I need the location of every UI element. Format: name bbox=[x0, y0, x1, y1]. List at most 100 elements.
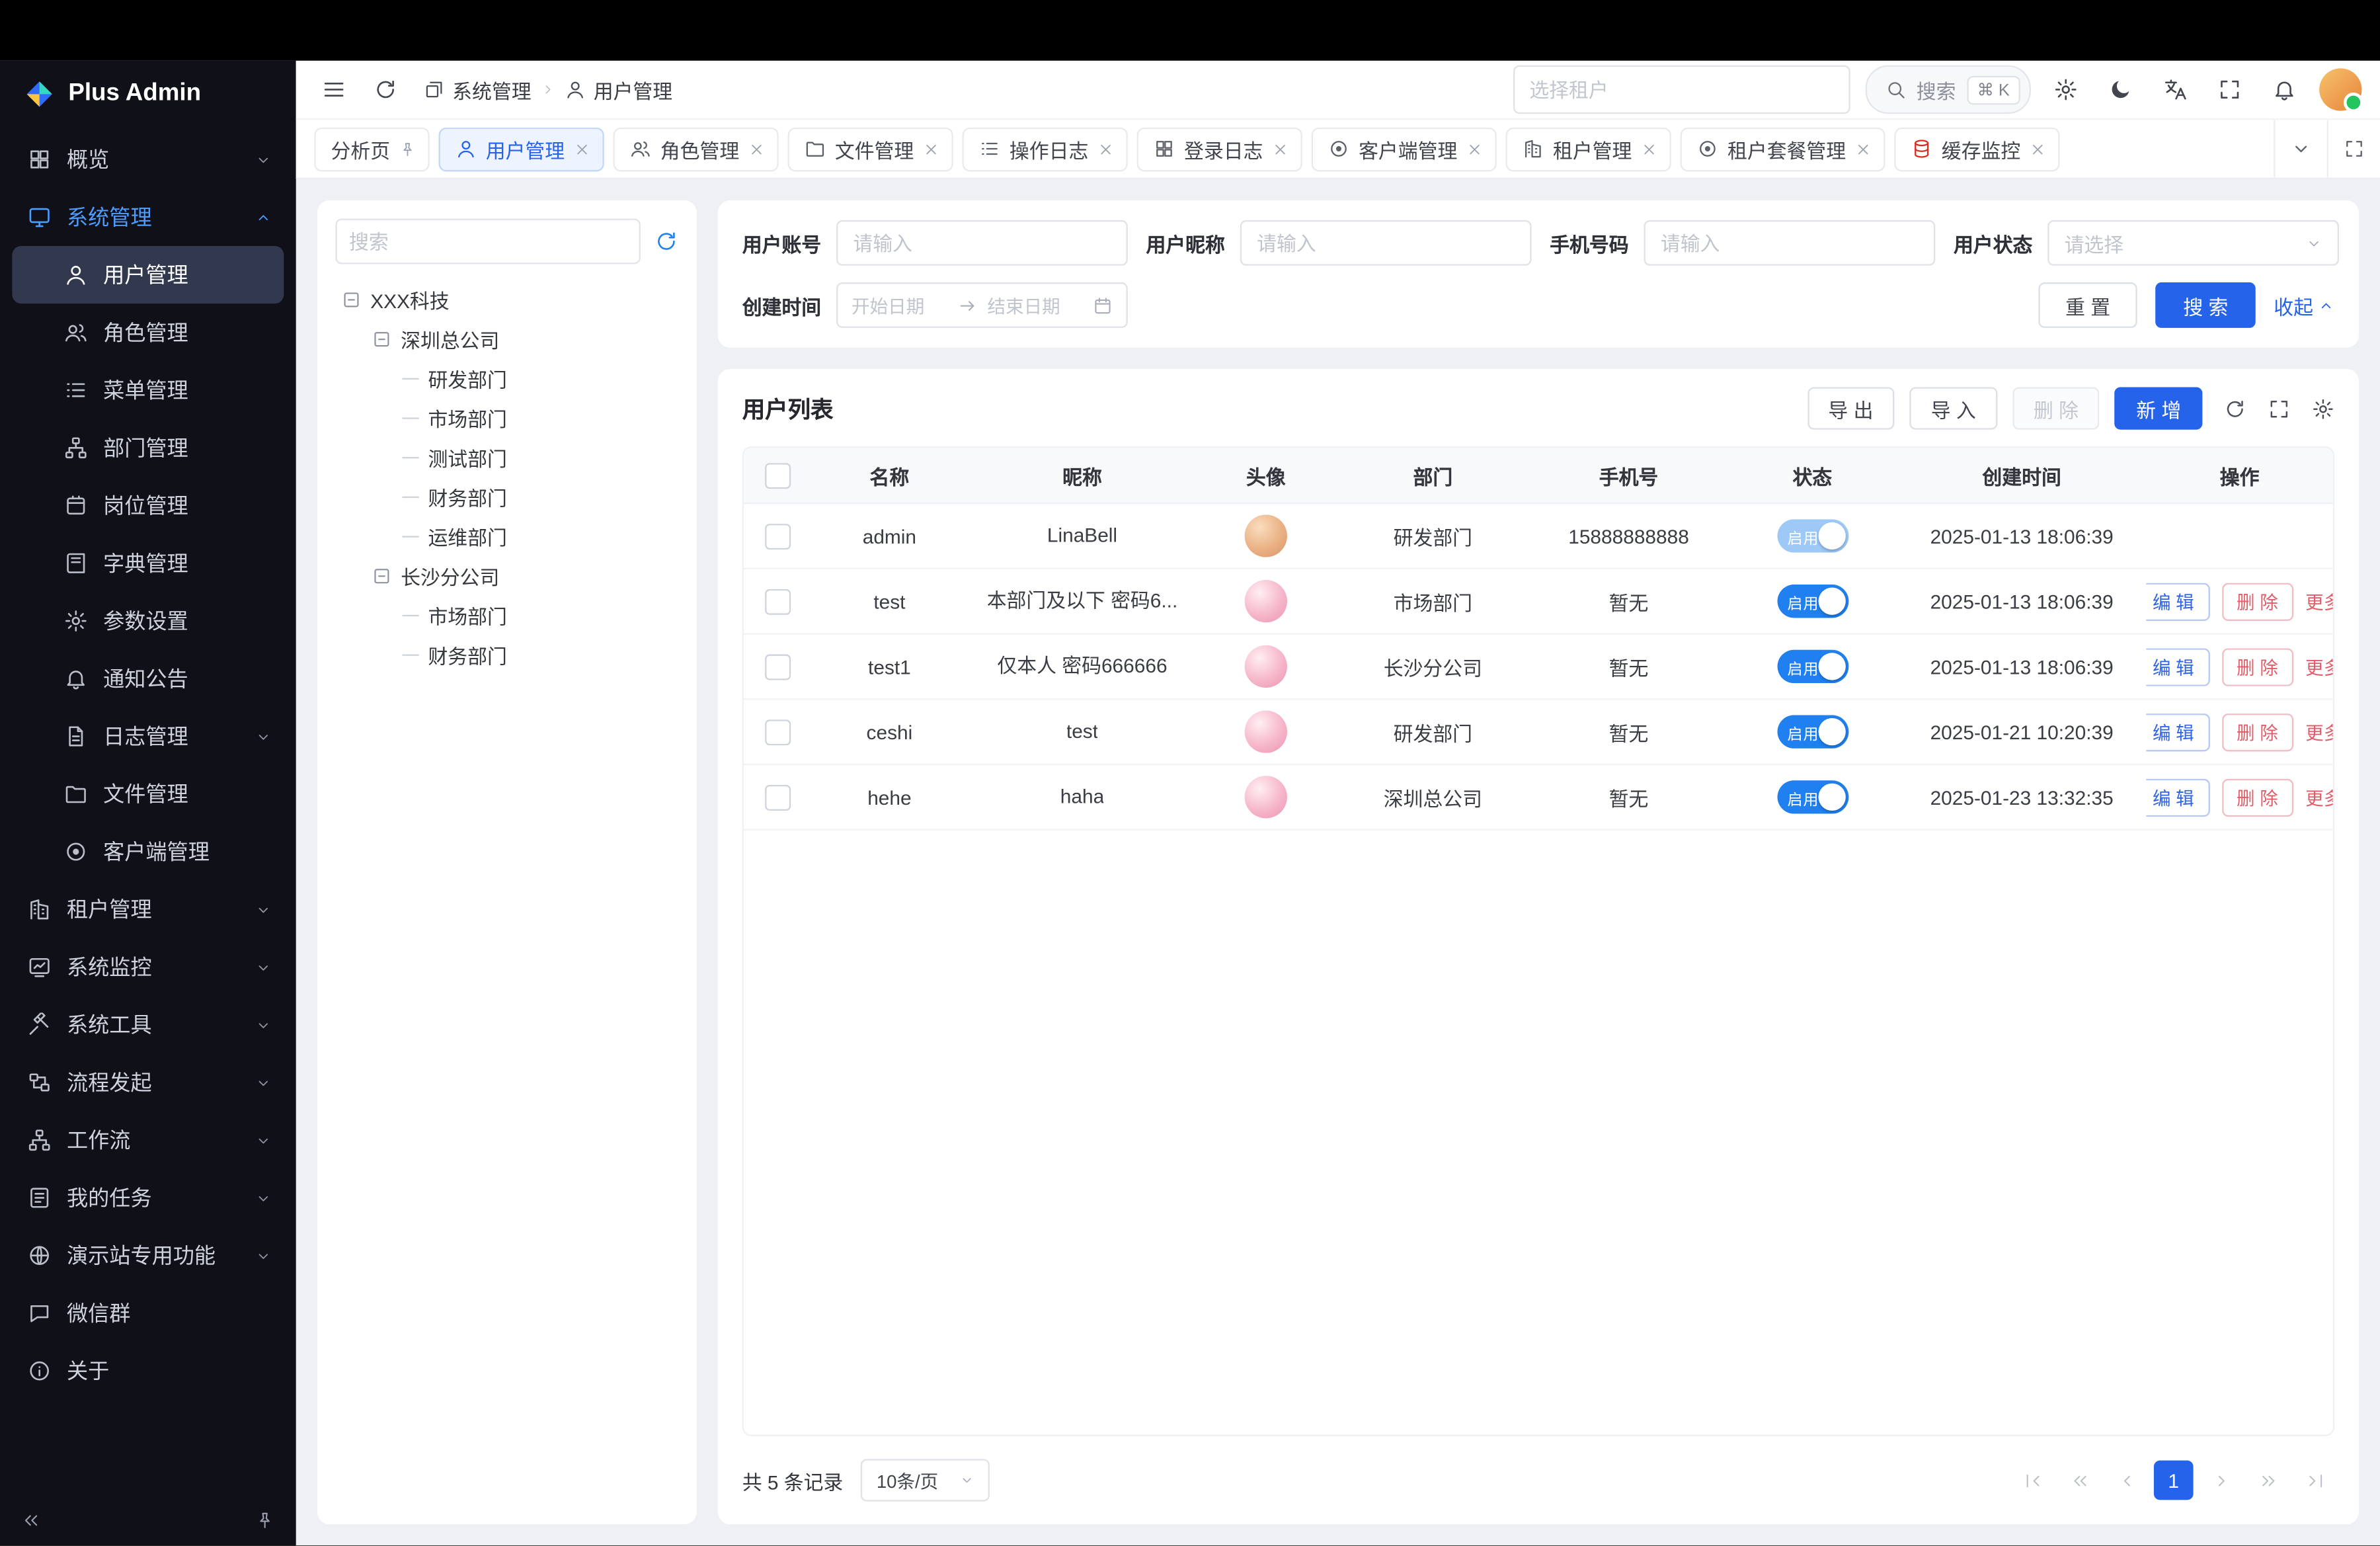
edit-button[interactable]: 编 辑 bbox=[2146, 647, 2209, 685]
status-toggle[interactable]: 启用 bbox=[1776, 585, 1848, 618]
sidebar-item[interactable]: 岗位管理 bbox=[12, 477, 284, 534]
select-all-checkbox[interactable] bbox=[764, 462, 790, 488]
sidebar-item[interactable]: 日志管理 bbox=[12, 708, 284, 765]
sidebar-item[interactable]: 菜单管理 bbox=[12, 361, 284, 419]
sidebar-item[interactable]: 我的任务 bbox=[12, 1169, 284, 1227]
tab-close-icon[interactable] bbox=[1855, 140, 1872, 157]
sidebar-item[interactable]: 关于 bbox=[12, 1342, 284, 1400]
collapse-filters-link[interactable]: 收起 bbox=[2274, 291, 2334, 320]
status-toggle[interactable]: 启用 bbox=[1776, 715, 1848, 749]
search-button[interactable]: 搜 索 bbox=[2156, 282, 2256, 328]
column-settings-icon[interactable] bbox=[2312, 397, 2334, 419]
dark-mode-moon-icon[interactable] bbox=[2101, 70, 2141, 110]
status-toggle[interactable]: 启用 bbox=[1776, 780, 1848, 814]
tree-node[interactable]: 研发部门 bbox=[335, 358, 678, 398]
pin-icon[interactable] bbox=[399, 140, 416, 157]
table-refresh-icon[interactable] bbox=[2224, 397, 2246, 419]
jump-forward-button[interactable] bbox=[2248, 1461, 2287, 1500]
tab-close-icon[interactable] bbox=[1466, 140, 1483, 157]
sidebar-item[interactable]: 字典管理 bbox=[12, 534, 284, 592]
tree-collapse-icon[interactable] bbox=[342, 289, 362, 309]
breadcrumb-item-system[interactable]: 系统管理 bbox=[424, 75, 532, 104]
tree-node[interactable]: 运维部门 bbox=[335, 516, 678, 556]
tab-close-icon[interactable] bbox=[1272, 140, 1289, 157]
tree-node[interactable]: 财务部门 bbox=[335, 635, 678, 674]
sidebar-item[interactable]: 演示站专用功能 bbox=[12, 1227, 284, 1284]
tree-collapse-icon[interactable] bbox=[372, 565, 392, 585]
row-checkbox[interactable] bbox=[764, 784, 790, 810]
row-checkbox[interactable] bbox=[764, 523, 790, 549]
page-size-select[interactable]: 10条/页 bbox=[861, 1459, 990, 1501]
tab[interactable]: 租户管理 bbox=[1506, 127, 1671, 171]
row-checkbox[interactable] bbox=[764, 719, 790, 745]
tab[interactable]: 操作日志 bbox=[963, 127, 1128, 171]
sidebar-item[interactable]: 客户端管理 bbox=[12, 823, 284, 880]
global-search-button[interactable]: 搜索 ⌘ K bbox=[1865, 65, 2031, 114]
tree-node[interactable]: XXX科技 bbox=[335, 279, 678, 319]
edit-button[interactable]: 编 辑 bbox=[2146, 778, 2209, 816]
tab-close-icon[interactable] bbox=[2030, 140, 2046, 157]
hamburger-menu-icon[interactable] bbox=[314, 70, 354, 110]
tab-close-icon[interactable] bbox=[1641, 140, 1657, 157]
account-input[interactable] bbox=[836, 220, 1128, 266]
jump-back-button[interactable] bbox=[2060, 1461, 2100, 1500]
sidebar-item[interactable]: 工作流 bbox=[12, 1112, 284, 1169]
tree-node[interactable]: 财务部门 bbox=[335, 477, 678, 516]
refresh-page-icon[interactable] bbox=[366, 70, 405, 110]
prev-page-button[interactable] bbox=[2107, 1461, 2147, 1500]
sidebar-item[interactable]: 部门管理 bbox=[12, 419, 284, 477]
status-select[interactable]: 请选择 bbox=[2047, 220, 2339, 266]
more-button[interactable]: 更多 bbox=[2305, 653, 2333, 679]
sidebar-item[interactable]: 系统监控 bbox=[12, 938, 284, 996]
sidebar-item[interactable]: 流程发起 bbox=[12, 1053, 284, 1111]
sidebar-item[interactable]: 租户管理 bbox=[12, 881, 284, 938]
more-button[interactable]: 更多 bbox=[2305, 719, 2333, 745]
sidebar-item[interactable]: 系统管理 bbox=[12, 188, 284, 246]
add-button[interactable]: 新 增 bbox=[2115, 387, 2202, 429]
settings-gear-icon[interactable] bbox=[2046, 70, 2086, 110]
tree-search-input[interactable] bbox=[335, 219, 640, 264]
date-range-picker[interactable]: 开始日期 结束日期 bbox=[836, 282, 1128, 328]
fullscreen-icon[interactable] bbox=[2210, 70, 2250, 110]
nickname-input[interactable] bbox=[1240, 220, 1532, 266]
tab[interactable]: 分析页 bbox=[314, 127, 430, 171]
sidebar-pin-icon[interactable] bbox=[255, 1510, 275, 1529]
tab-close-icon[interactable] bbox=[923, 140, 939, 157]
delete-button[interactable]: 删 除 bbox=[2221, 647, 2293, 685]
tab[interactable]: 客户端管理 bbox=[1312, 127, 1497, 171]
batch-delete-button[interactable]: 删 除 bbox=[2012, 387, 2100, 429]
status-toggle[interactable]: 启用 bbox=[1776, 519, 1848, 553]
more-button[interactable]: 更多 bbox=[2305, 784, 2333, 810]
last-page-button[interactable] bbox=[2295, 1461, 2334, 1500]
notification-bell-icon[interactable] bbox=[2265, 70, 2305, 110]
tab-close-icon[interactable] bbox=[574, 140, 590, 157]
import-button[interactable]: 导 入 bbox=[1910, 387, 1997, 429]
tab[interactable]: 登录日志 bbox=[1137, 127, 1302, 171]
tab[interactable]: 文件管理 bbox=[788, 127, 953, 171]
sidebar-item[interactable]: 通知公告 bbox=[12, 650, 284, 708]
tab[interactable]: 租户套餐管理 bbox=[1681, 127, 1885, 171]
sidebar-collapse-icon[interactable] bbox=[21, 1510, 41, 1529]
content-fullscreen-icon[interactable] bbox=[2327, 120, 2380, 177]
export-button[interactable]: 导 出 bbox=[1807, 387, 1894, 429]
breadcrumb-item-user[interactable]: 用户管理 bbox=[565, 75, 672, 104]
sidebar-item[interactable]: 角色管理 bbox=[12, 304, 284, 361]
delete-button[interactable]: 删 除 bbox=[2221, 778, 2293, 816]
edit-button[interactable]: 编 辑 bbox=[2146, 713, 2209, 751]
reset-button[interactable]: 重 置 bbox=[2038, 282, 2138, 328]
next-page-button[interactable] bbox=[2201, 1461, 2241, 1500]
tenant-select-input[interactable] bbox=[1513, 65, 1850, 114]
tree-collapse-icon[interactable] bbox=[372, 329, 392, 348]
user-avatar[interactable] bbox=[2319, 68, 2361, 110]
sidebar-item[interactable]: 用户管理 bbox=[12, 246, 284, 304]
tab-options-icon[interactable] bbox=[2274, 120, 2326, 177]
sidebar-item[interactable]: 概览 bbox=[12, 130, 284, 188]
sidebar-item[interactable]: 文件管理 bbox=[12, 765, 284, 823]
sidebar-item[interactable]: 系统工具 bbox=[12, 996, 284, 1053]
tree-node[interactable]: 深圳总公司 bbox=[335, 319, 678, 358]
more-button[interactable]: 更多 bbox=[2305, 589, 2333, 614]
status-toggle[interactable]: 启用 bbox=[1776, 650, 1848, 684]
language-icon[interactable] bbox=[2155, 70, 2195, 110]
tab[interactable]: 缓存监控 bbox=[1895, 127, 2060, 171]
tree-node[interactable]: 长沙分公司 bbox=[335, 555, 678, 595]
